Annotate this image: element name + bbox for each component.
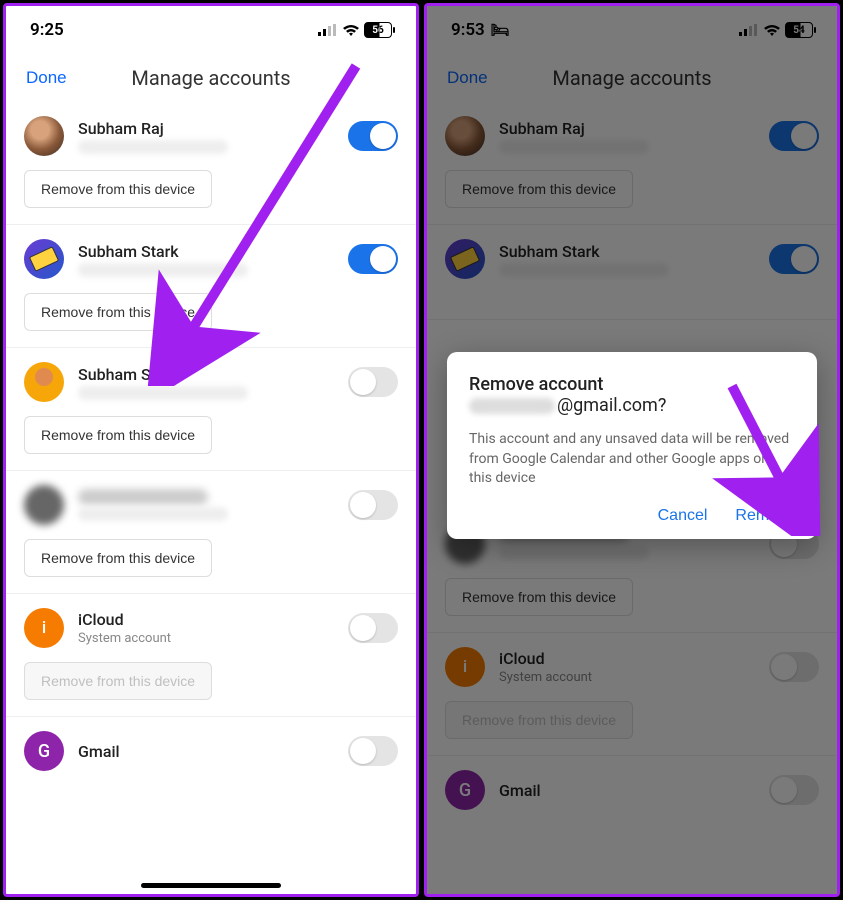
avatar: G bbox=[24, 731, 64, 771]
done-button[interactable]: Done bbox=[26, 68, 67, 88]
account-name-blurred bbox=[78, 489, 208, 505]
remove-button[interactable]: Remove from this device bbox=[445, 170, 633, 208]
dialog-cancel-button[interactable]: Cancel bbox=[658, 507, 708, 525]
account-toggle[interactable] bbox=[348, 367, 398, 397]
account-toggle[interactable] bbox=[769, 121, 819, 151]
account-email-blurred bbox=[78, 386, 248, 400]
remove-button[interactable]: Remove from this device bbox=[24, 416, 212, 454]
account-item: Subham Stark bbox=[427, 225, 837, 320]
account-toggle[interactable] bbox=[769, 652, 819, 682]
remove-button-disabled: Remove from this device bbox=[24, 662, 212, 700]
remove-button[interactable]: Remove from this device bbox=[24, 170, 212, 208]
account-toggle[interactable] bbox=[348, 490, 398, 520]
account-name: iCloud bbox=[499, 649, 755, 668]
status-bar: 9:53 🛏 54 bbox=[427, 6, 837, 54]
account-email-blurred bbox=[78, 140, 228, 154]
header: Done Manage accounts bbox=[427, 54, 837, 102]
account-item: Subham Stark Remove from this device bbox=[6, 348, 416, 471]
home-indicator bbox=[141, 883, 281, 888]
account-name: Subham Stark bbox=[78, 242, 334, 261]
remove-button[interactable]: Remove from this device bbox=[445, 578, 633, 616]
account-email-blurred bbox=[78, 507, 228, 521]
avatar-blurred bbox=[24, 485, 64, 525]
phone-left: 9:25 56 Done Manage accounts Subham Raj bbox=[3, 3, 419, 897]
avatar bbox=[445, 116, 485, 156]
avatar bbox=[24, 362, 64, 402]
account-name: iCloud bbox=[78, 610, 334, 629]
account-name: Gmail bbox=[499, 781, 755, 800]
wifi-icon bbox=[763, 24, 781, 37]
phone-right: 9:53 🛏 54 Done Manage accounts Subham Ra… bbox=[424, 3, 840, 897]
avatar bbox=[24, 116, 64, 156]
account-name: Subham Stark bbox=[499, 242, 755, 261]
email-suffix: @gmail.com? bbox=[557, 395, 666, 416]
header: Done Manage accounts bbox=[6, 54, 416, 102]
account-item: Remove from this device bbox=[6, 471, 416, 594]
account-subtitle: System account bbox=[499, 670, 755, 685]
account-email-blurred bbox=[499, 140, 649, 154]
dialog-remove-button[interactable]: Remove bbox=[735, 507, 795, 525]
account-name: Subham Raj bbox=[499, 119, 755, 138]
battery-icon: 56 bbox=[364, 22, 392, 38]
account-subtitle: System account bbox=[78, 631, 334, 646]
account-email-blurred bbox=[499, 546, 649, 560]
email-masked bbox=[469, 398, 555, 414]
page-title: Manage accounts bbox=[427, 66, 837, 90]
account-item: Subham Stark Remove from this device bbox=[6, 225, 416, 348]
account-name: Subham Stark bbox=[78, 365, 334, 384]
remove-button[interactable]: Remove from this device bbox=[24, 293, 212, 331]
account-toggle[interactable] bbox=[348, 613, 398, 643]
account-toggle[interactable] bbox=[348, 736, 398, 766]
account-toggle[interactable] bbox=[348, 121, 398, 151]
account-email-blurred bbox=[78, 263, 248, 277]
account-item: G Gmail bbox=[6, 717, 416, 787]
avatar bbox=[24, 239, 64, 279]
account-toggle[interactable] bbox=[348, 244, 398, 274]
avatar: i bbox=[445, 647, 485, 687]
account-email-blurred bbox=[499, 263, 669, 277]
wifi-icon bbox=[342, 24, 360, 37]
status-time: 9:25 bbox=[30, 20, 64, 40]
cellular-icon bbox=[318, 24, 338, 36]
dialog-body: This account and any unsaved data will b… bbox=[469, 430, 795, 489]
account-toggle[interactable] bbox=[769, 244, 819, 274]
account-item: Subham Raj Remove from this device bbox=[427, 102, 837, 225]
accounts-list: Subham Raj Remove from this device Subha… bbox=[6, 102, 416, 894]
sleep-icon: 🛏 bbox=[491, 21, 510, 39]
done-button[interactable]: Done bbox=[447, 68, 488, 88]
account-item: Subham Raj Remove from this device bbox=[6, 102, 416, 225]
account-item: i iCloud System account Remove from this… bbox=[6, 594, 416, 717]
remove-account-dialog: Remove account @gmail.com? This account … bbox=[447, 352, 817, 539]
cellular-icon bbox=[739, 24, 759, 36]
status-bar: 9:25 56 bbox=[6, 6, 416, 54]
account-toggle[interactable] bbox=[769, 775, 819, 805]
dialog-email: @gmail.com? bbox=[469, 395, 795, 416]
battery-icon: 54 bbox=[785, 22, 813, 38]
page-title: Manage accounts bbox=[6, 66, 416, 90]
avatar bbox=[445, 239, 485, 279]
account-name: Gmail bbox=[78, 742, 334, 761]
account-name: Subham Raj bbox=[78, 119, 334, 138]
avatar: i bbox=[24, 608, 64, 648]
status-time: 9:53 bbox=[451, 20, 485, 40]
account-item: i iCloud System account Remove from this… bbox=[427, 633, 837, 756]
remove-button[interactable]: Remove from this device bbox=[24, 539, 212, 577]
dialog-title: Remove account bbox=[469, 374, 795, 395]
remove-button-disabled: Remove from this device bbox=[445, 701, 633, 739]
avatar: G bbox=[445, 770, 485, 810]
account-item: G Gmail bbox=[427, 756, 837, 826]
